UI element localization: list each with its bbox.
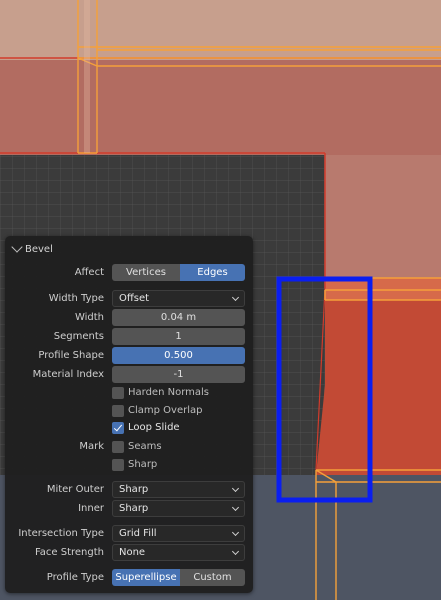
- profile-shape-label: Profile Shape: [38, 350, 104, 361]
- face-strength-value: None: [119, 547, 146, 558]
- profile-type-row: Profile Type Superellipse Custom: [5, 569, 253, 586]
- chevron-down-icon: [231, 547, 240, 556]
- affect-row: Affect Vertices Edges: [5, 264, 253, 281]
- face-strength-label: Face Strength: [34, 547, 104, 558]
- miter-outer-row: Miter Outer Sharp: [5, 481, 253, 498]
- profile-shape-row: Profile Shape 0.500: [5, 347, 253, 364]
- mark-sharp-checkbox[interactable]: Sharp: [112, 457, 157, 472]
- width-type-value: Offset: [119, 293, 150, 304]
- width-row: Width 0.04 m: [5, 309, 253, 326]
- mark-sharp-label: Sharp: [128, 459, 158, 470]
- width-label: Width: [74, 312, 104, 323]
- face-strength-row: Face Strength None: [5, 544, 253, 561]
- chevron-down-icon[interactable]: [11, 241, 23, 253]
- red-face: [316, 288, 441, 475]
- affect-edges-button[interactable]: Edges: [180, 264, 245, 281]
- panel-header[interactable]: Bevel: [11, 241, 53, 257]
- segments-label: Segments: [53, 331, 104, 342]
- mark-seams-label: Seams: [128, 441, 162, 452]
- top-face: [0, 0, 441, 60]
- inner-value: Sharp: [119, 503, 149, 514]
- inner-row: Inner Sharp: [5, 500, 253, 517]
- harden-normals-checkbox[interactable]: Harden Normals: [112, 385, 209, 400]
- inner-label: Inner: [78, 503, 104, 514]
- chevron-down-icon: [231, 503, 240, 512]
- checkbox-unchecked-icon: [112, 404, 124, 417]
- checkbox-checked-icon: [112, 421, 124, 434]
- upper-face: [0, 60, 441, 155]
- material-index-field[interactable]: -1: [112, 366, 245, 383]
- mark-label: Mark: [79, 441, 104, 452]
- clamp-overlap-label: Clamp Overlap: [128, 405, 203, 416]
- segments-field[interactable]: 1: [112, 328, 245, 345]
- checkbox-unchecked-icon: [112, 386, 124, 399]
- intersection-type-value: Grid Fill: [119, 528, 157, 539]
- profile-type-superellipse-button[interactable]: Superellipse: [112, 569, 180, 586]
- harden-normals-label: Harden Normals: [128, 387, 209, 398]
- affect-vertices-button[interactable]: Vertices: [112, 264, 180, 281]
- affect-label: Affect: [74, 267, 104, 278]
- miter-outer-dropdown[interactable]: Sharp: [112, 481, 245, 498]
- width-type-row: Width Type Offset: [5, 290, 253, 307]
- clamp-overlap-checkbox[interactable]: Clamp Overlap: [112, 403, 202, 418]
- profile-type-custom-button[interactable]: Custom: [180, 569, 245, 586]
- intersection-type-row: Intersection Type Grid Fill: [5, 525, 253, 542]
- width-field[interactable]: 0.04 m: [112, 309, 245, 326]
- chevron-down-icon: [231, 484, 240, 493]
- intersection-type-label: Intersection Type: [18, 528, 104, 539]
- checkbox-unchecked-icon: [112, 458, 124, 471]
- miter-outer-value: Sharp: [119, 484, 149, 495]
- material-index-label: Material Index: [32, 369, 104, 380]
- miter-outer-label: Miter Outer: [46, 484, 104, 495]
- panel-title: Bevel: [25, 243, 53, 255]
- inner-dropdown[interactable]: Sharp: [112, 500, 245, 517]
- profile-type-label: Profile Type: [46, 572, 104, 583]
- profile-shape-slider[interactable]: 0.500: [112, 347, 245, 364]
- face-strength-dropdown[interactable]: None: [112, 544, 245, 561]
- material-index-row: Material Index -1: [5, 366, 253, 383]
- checkbox-unchecked-icon: [112, 440, 124, 453]
- loop-slide-label: Loop Slide: [128, 422, 180, 433]
- width-type-dropdown[interactable]: Offset: [112, 290, 245, 307]
- intersection-type-dropdown[interactable]: Grid Fill: [112, 525, 245, 542]
- width-type-label: Width Type: [48, 293, 104, 304]
- bevel-operator-panel: Bevel Affect Vertices Edges Width Type O…: [5, 236, 253, 593]
- chevron-down-icon: [231, 293, 240, 302]
- segments-row: Segments 1: [5, 328, 253, 345]
- loop-slide-checkbox[interactable]: Loop Slide: [112, 420, 180, 435]
- mark-seams-checkbox[interactable]: Seams: [112, 439, 162, 454]
- chevron-down-icon: [231, 528, 240, 537]
